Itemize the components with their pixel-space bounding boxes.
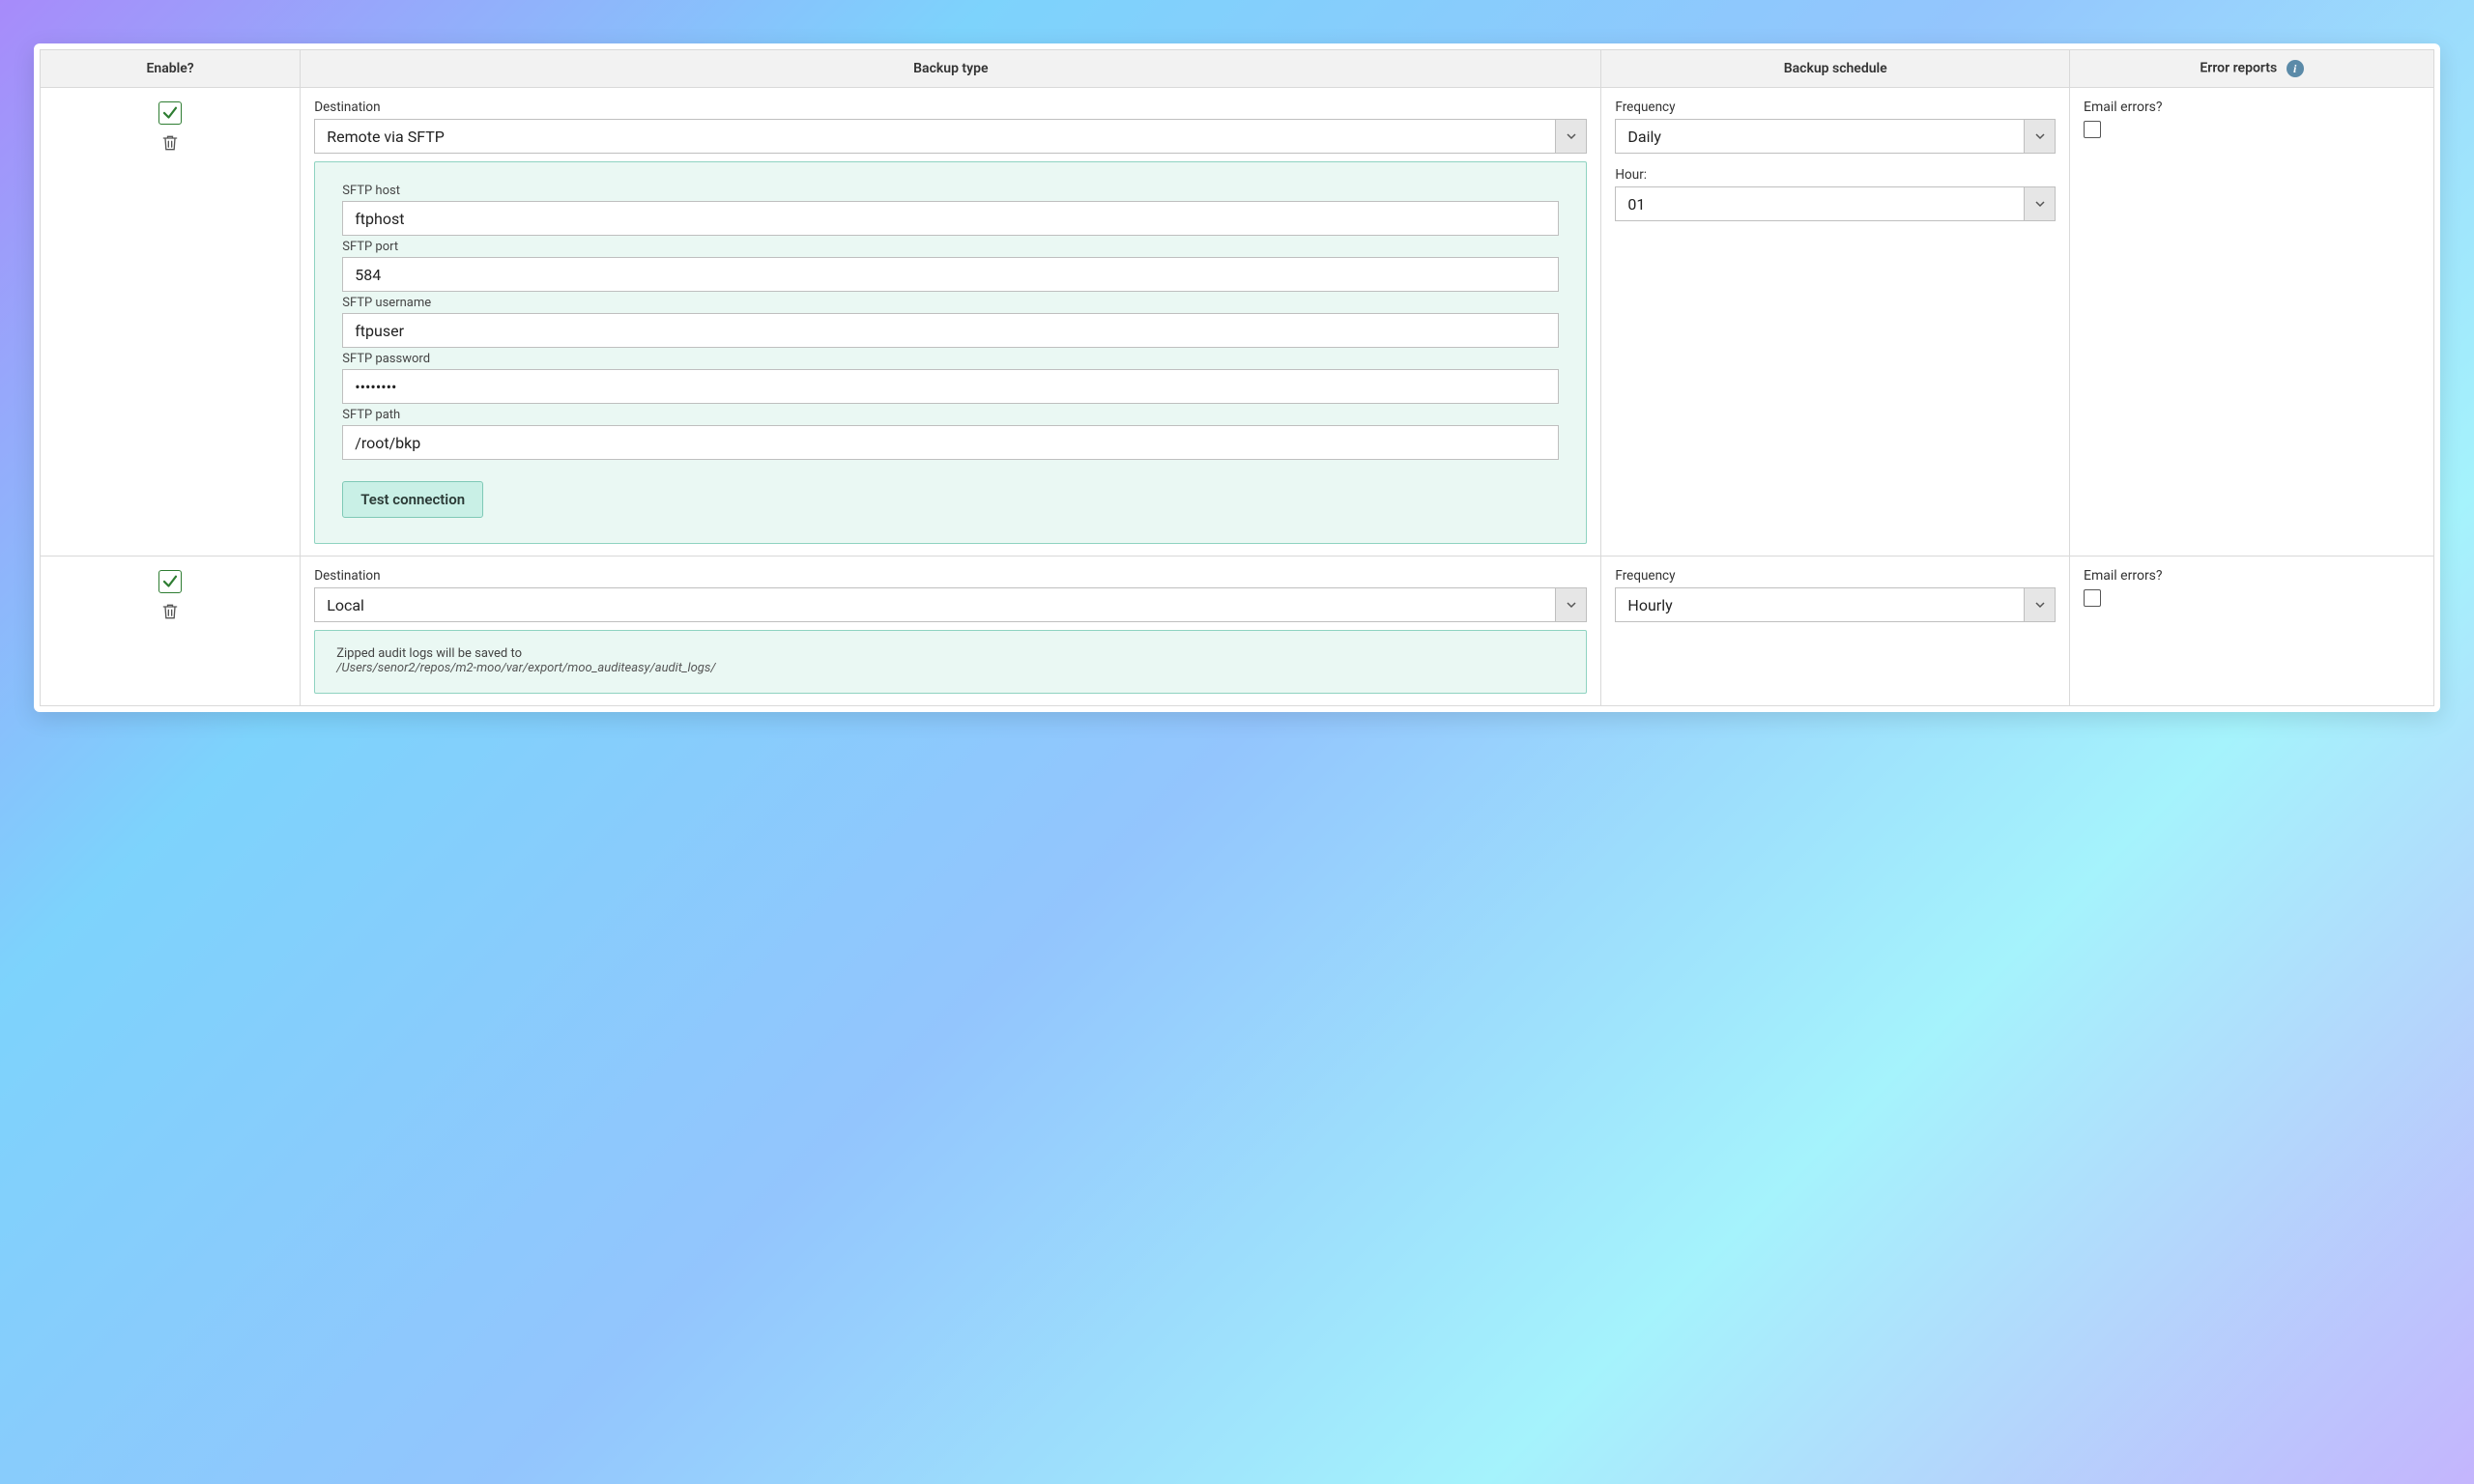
frequency-value: Daily bbox=[1616, 120, 2024, 153]
sftp-pass-input[interactable]: •••••••• bbox=[342, 369, 1559, 404]
destination-label: Destination bbox=[314, 568, 1587, 584]
local-path-message: Zipped audit logs will be saved to /User… bbox=[336, 646, 1565, 675]
sftp-path-label: SFTP path bbox=[342, 408, 1559, 422]
check-icon bbox=[161, 104, 179, 122]
table-row: Destination Remote via SFTP SFTP host ft… bbox=[41, 88, 2434, 556]
sftp-host-label: SFTP host bbox=[342, 184, 1559, 198]
sftp-port-label: SFTP port bbox=[342, 240, 1559, 254]
delete-button[interactable] bbox=[160, 601, 180, 622]
chevron-down-icon bbox=[2024, 120, 2055, 153]
info-icon[interactable]: i bbox=[2287, 60, 2304, 77]
email-errors-label: Email errors? bbox=[2084, 568, 2420, 584]
email-errors-checkbox[interactable] bbox=[2084, 589, 2101, 607]
local-details: Zipped audit logs will be saved to /User… bbox=[314, 630, 1587, 694]
table-header-row: Enable? Backup type Backup schedule Erro… bbox=[41, 50, 2434, 88]
header-backup-type: Backup type bbox=[301, 50, 1601, 88]
enable-toggle[interactable] bbox=[158, 570, 182, 593]
chevron-down-icon bbox=[1555, 120, 1586, 153]
sftp-host-input[interactable]: ftphost bbox=[342, 201, 1559, 236]
chevron-down-icon bbox=[2024, 187, 2055, 220]
table-row: Destination Local Zipped audit logs will… bbox=[41, 556, 2434, 706]
sftp-details: SFTP host ftphost SFTP port 584 SFTP use… bbox=[314, 161, 1587, 544]
test-connection-button[interactable]: Test connection bbox=[342, 481, 483, 518]
destination-select[interactable]: Local bbox=[314, 587, 1587, 622]
destination-value: Remote via SFTP bbox=[315, 120, 1555, 153]
chevron-down-icon bbox=[1555, 588, 1586, 621]
sftp-port-input[interactable]: 584 bbox=[342, 257, 1559, 292]
frequency-label: Frequency bbox=[1615, 100, 2056, 115]
frequency-select[interactable]: Hourly bbox=[1615, 587, 2056, 622]
sftp-user-label: SFTP username bbox=[342, 296, 1559, 310]
sftp-pass-label: SFTP password bbox=[342, 352, 1559, 366]
header-enable: Enable? bbox=[41, 50, 301, 88]
chevron-down-icon bbox=[2024, 588, 2055, 621]
trash-icon bbox=[160, 601, 180, 622]
trash-icon bbox=[160, 132, 180, 154]
hour-label: Hour: bbox=[1615, 167, 2056, 183]
frequency-value: Hourly bbox=[1616, 588, 2024, 621]
frequency-label: Frequency bbox=[1615, 568, 2056, 584]
delete-button[interactable] bbox=[160, 132, 180, 154]
destination-label: Destination bbox=[314, 100, 1587, 115]
header-error-reports: Error reports i bbox=[2070, 50, 2434, 88]
backup-settings-panel: Enable? Backup type Backup schedule Erro… bbox=[34, 43, 2440, 712]
frequency-select[interactable]: Daily bbox=[1615, 119, 2056, 154]
header-backup-schedule: Backup schedule bbox=[1601, 50, 2070, 88]
backup-table: Enable? Backup type Backup schedule Erro… bbox=[40, 49, 2434, 706]
hour-value: 01 bbox=[1616, 187, 2024, 220]
check-icon bbox=[161, 573, 179, 590]
destination-select[interactable]: Remote via SFTP bbox=[314, 119, 1587, 154]
destination-value: Local bbox=[315, 588, 1555, 621]
email-errors-checkbox[interactable] bbox=[2084, 121, 2101, 138]
enable-toggle[interactable] bbox=[158, 101, 182, 125]
email-errors-label: Email errors? bbox=[2084, 100, 2420, 115]
sftp-path-input[interactable]: /root/bkp bbox=[342, 425, 1559, 460]
sftp-user-input[interactable]: ftpuser bbox=[342, 313, 1559, 348]
hour-select[interactable]: 01 bbox=[1615, 186, 2056, 221]
